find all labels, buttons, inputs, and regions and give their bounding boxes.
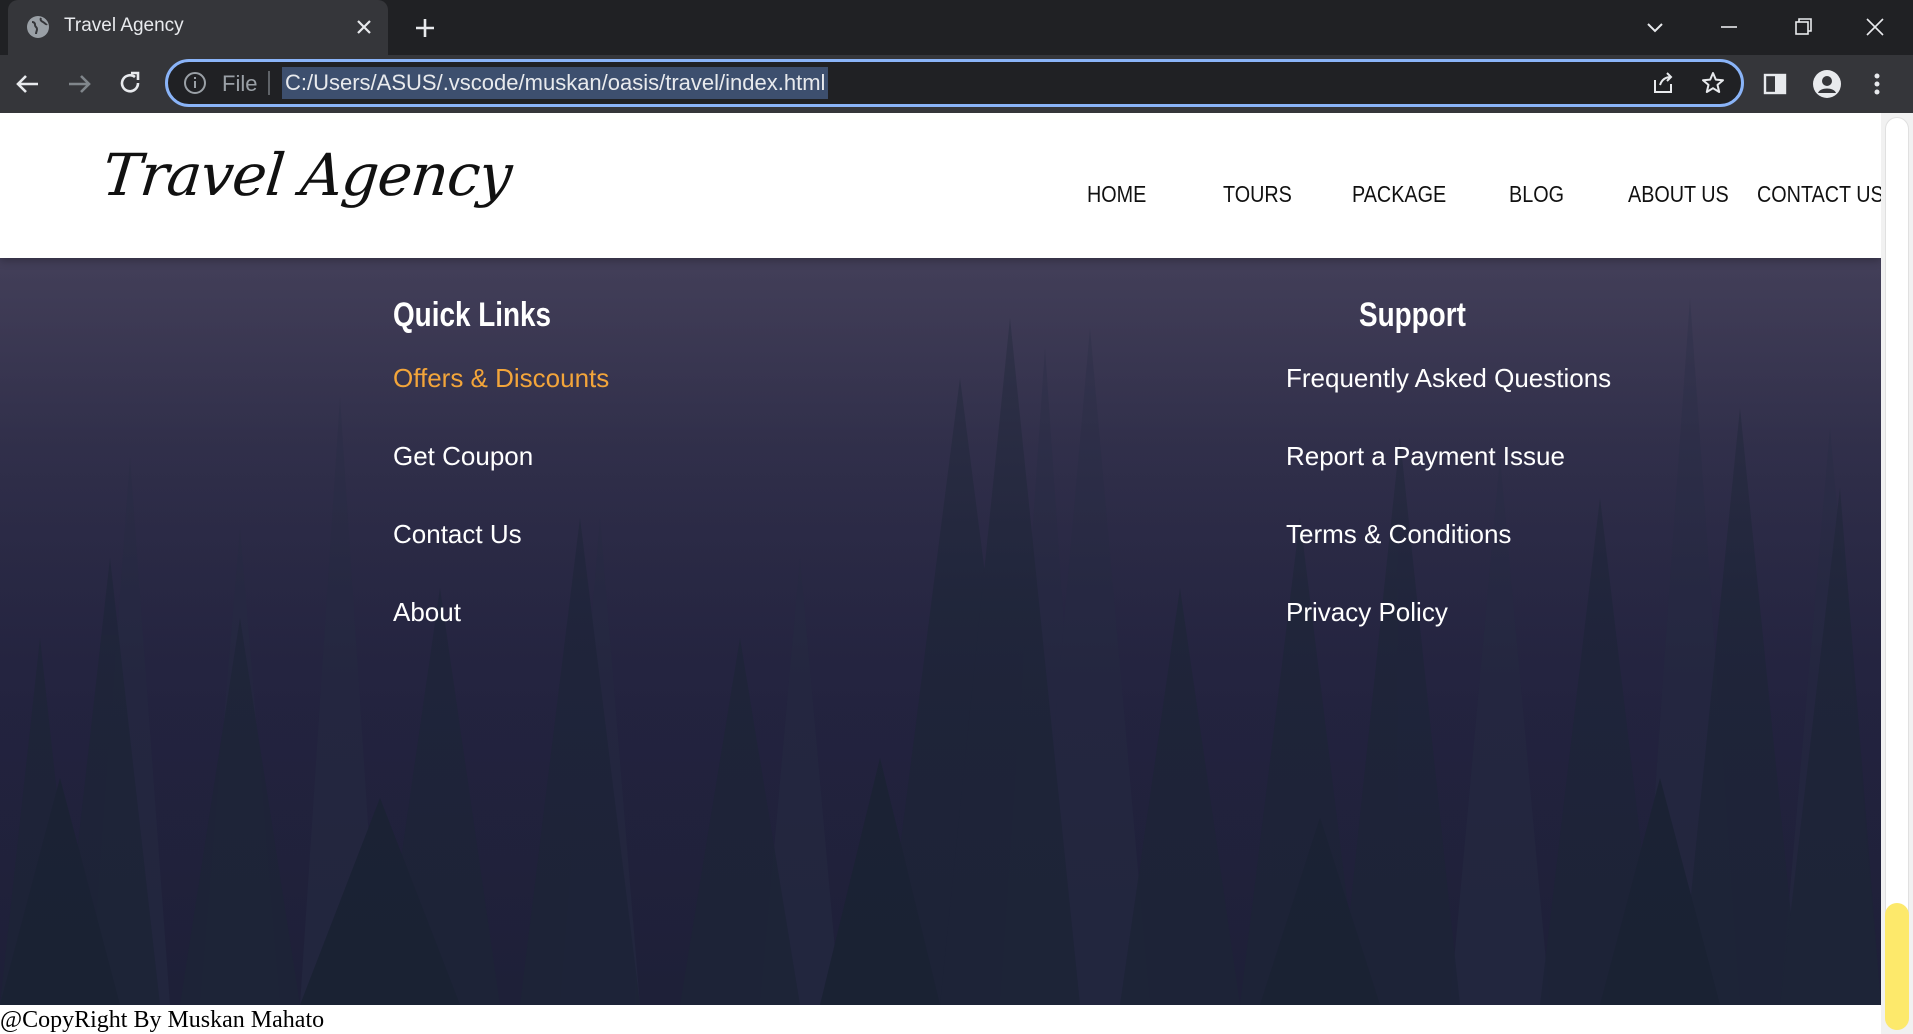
globe-icon bbox=[27, 16, 49, 38]
link-contact-us[interactable]: Contact Us bbox=[393, 519, 522, 550]
link-report-payment-issue[interactable]: Report a Payment Issue bbox=[1286, 441, 1565, 472]
back-icon[interactable] bbox=[13, 69, 43, 99]
omnibox-divider bbox=[268, 71, 270, 95]
restore-icon[interactable] bbox=[1790, 14, 1816, 40]
tab-title: Travel Agency bbox=[64, 15, 184, 36]
plus-icon[interactable] bbox=[412, 15, 438, 41]
scrollbar-thumb[interactable] bbox=[1885, 903, 1909, 1030]
nav-contact-us[interactable]: CONTACT US bbox=[1757, 181, 1881, 208]
page-scrollbar[interactable] bbox=[1881, 113, 1913, 1034]
browser-toolbar: File C:/Users/ASUS/.vscode/muskan/oasis/… bbox=[0, 55, 1913, 113]
link-privacy-policy[interactable]: Privacy Policy bbox=[1286, 597, 1448, 628]
link-offers-discounts[interactable]: Offers & Discounts bbox=[393, 363, 609, 394]
star-icon[interactable] bbox=[1700, 70, 1726, 96]
link-terms-conditions[interactable]: Terms & Conditions bbox=[1286, 519, 1511, 550]
reload-icon[interactable] bbox=[115, 69, 145, 99]
support-title: Support bbox=[1359, 296, 1466, 334]
chevron-down-icon[interactable] bbox=[1642, 14, 1668, 40]
scrollbar-track[interactable] bbox=[1885, 117, 1909, 1030]
close-window-icon[interactable] bbox=[1862, 14, 1888, 40]
close-icon[interactable] bbox=[354, 17, 374, 37]
page-viewport: Travel Agency HOME TOURS PACKAGE BLOG AB… bbox=[0, 113, 1881, 1034]
site-header: Travel Agency HOME TOURS PACKAGE BLOG AB… bbox=[0, 113, 1881, 258]
quick-links-title: Quick Links bbox=[393, 296, 552, 334]
link-faq[interactable]: Frequently Asked Questions bbox=[1286, 363, 1611, 394]
nav-about-us[interactable]: ABOUT US bbox=[1628, 181, 1729, 208]
info-icon[interactable] bbox=[183, 71, 207, 95]
url-text[interactable]: C:/Users/ASUS/.vscode/muskan/oasis/trave… bbox=[282, 67, 829, 99]
copyright-text: @CopyRight By Muskan Mahato bbox=[0, 1007, 325, 1033]
main-nav: HOME TOURS PACKAGE BLOG ABOUT US CONTACT… bbox=[0, 113, 1881, 258]
minimize-icon[interactable] bbox=[1716, 14, 1742, 40]
footer-section: Quick Links Offers & Discounts Get Coupo… bbox=[0, 258, 1881, 1005]
nav-package[interactable]: PACKAGE bbox=[1352, 181, 1446, 208]
scheme-label: File bbox=[222, 71, 258, 96]
nav-tours[interactable]: TOURS bbox=[1223, 181, 1292, 208]
link-about[interactable]: About bbox=[393, 597, 461, 628]
address-bar[interactable]: File C:/Users/ASUS/.vscode/muskan/oasis/… bbox=[165, 59, 1744, 107]
menu-icon[interactable] bbox=[1862, 69, 1892, 99]
sidebar-icon[interactable] bbox=[1760, 69, 1790, 99]
nav-home[interactable]: HOME bbox=[1087, 181, 1146, 208]
profile-icon[interactable] bbox=[1812, 69, 1842, 99]
nav-blog[interactable]: BLOG bbox=[1509, 181, 1564, 208]
tab-strip: Travel Agency bbox=[0, 0, 1913, 55]
link-get-coupon[interactable]: Get Coupon bbox=[393, 441, 533, 472]
browser-tab[interactable]: Travel Agency bbox=[8, 0, 388, 55]
forward-icon[interactable] bbox=[64, 69, 94, 99]
share-icon[interactable] bbox=[1650, 70, 1676, 96]
copyright-bar: @CopyRight By Muskan Mahato bbox=[0, 1005, 1881, 1034]
